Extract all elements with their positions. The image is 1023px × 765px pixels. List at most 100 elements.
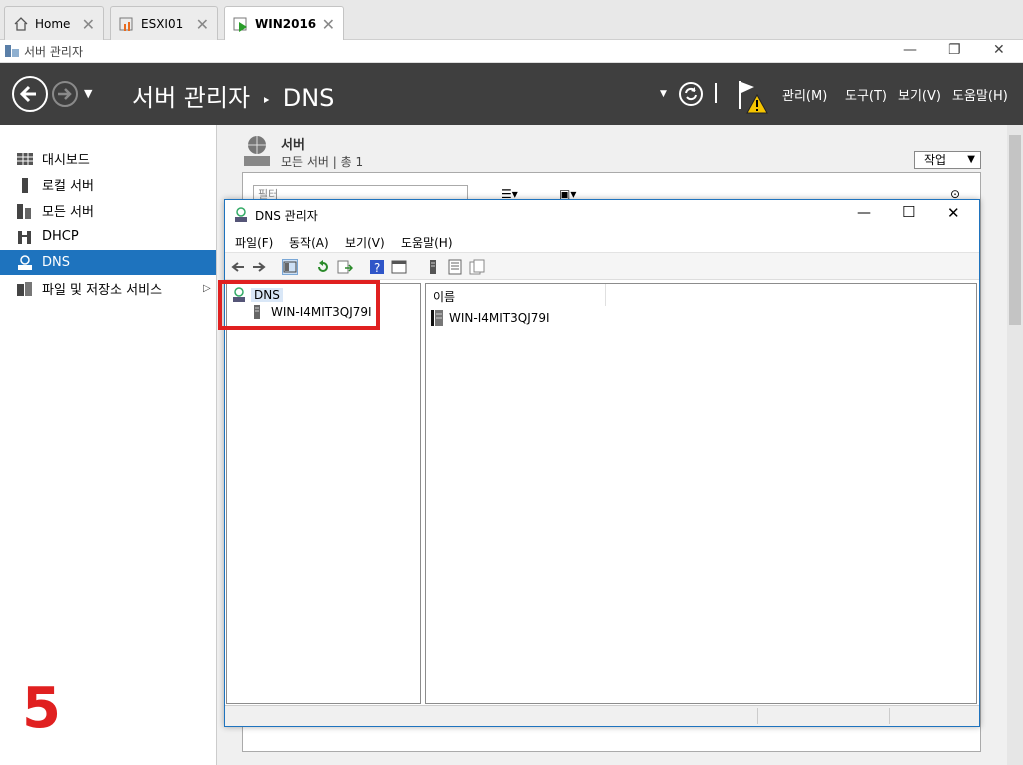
close-icon[interactable]: ✕ bbox=[82, 15, 95, 34]
app-title: 서버 관리자 bbox=[132, 84, 251, 112]
file-storage-icon bbox=[16, 281, 34, 297]
forward-button[interactable] bbox=[52, 81, 78, 107]
sidebar-item-label: 모든 서버 bbox=[42, 205, 94, 220]
expand-arrow-icon[interactable]: ▷ bbox=[203, 283, 211, 294]
close-icon[interactable]: ✕ bbox=[322, 15, 335, 34]
home-icon bbox=[13, 16, 29, 32]
refresh-button[interactable] bbox=[679, 82, 703, 106]
dns-toolbar: ? bbox=[225, 252, 979, 280]
server-icon bbox=[430, 310, 446, 326]
dns-manager-window: DNS 관리자 — ☐ ✕ 파일(F) 동작(A) 보기(V) 도움말(H) ?… bbox=[218, 199, 980, 727]
dns-status-bar bbox=[225, 705, 979, 726]
sidebar-item-all-servers[interactable]: 모든 서버 bbox=[0, 198, 216, 223]
breadcrumb-separator: ‣ bbox=[261, 91, 272, 110]
refresh-icon bbox=[685, 87, 697, 101]
server-icon[interactable] bbox=[425, 259, 441, 275]
flag-warning-icon bbox=[739, 81, 768, 114]
server-manager-icon bbox=[4, 44, 20, 58]
refresh-icon[interactable] bbox=[315, 259, 331, 275]
notifications-button[interactable] bbox=[736, 79, 770, 115]
sidebar-item-label: 대시보드 bbox=[42, 153, 90, 168]
sidebar-item-label: DHCP bbox=[42, 229, 79, 244]
sidebar-item-file-storage[interactable]: 파일 및 저장소 서비스 ▷ bbox=[0, 276, 216, 301]
properties-icon[interactable] bbox=[391, 259, 407, 275]
sidebar-item-dhcp[interactable]: DHCP bbox=[0, 224, 216, 249]
svg-text:?: ? bbox=[374, 261, 380, 275]
dashboard-icon bbox=[16, 151, 34, 167]
sidebar-item-dns[interactable]: DNS bbox=[0, 250, 216, 275]
status-divider bbox=[889, 708, 890, 724]
scrollbar-thumb[interactable] bbox=[1009, 135, 1021, 325]
help-icon[interactable]: ? bbox=[369, 259, 385, 275]
close-icon[interactable]: ✕ bbox=[196, 15, 209, 34]
tab-label: Home bbox=[35, 16, 71, 31]
dns-window-title: DNS 관리자 bbox=[255, 209, 318, 223]
servers-globe-icon bbox=[243, 135, 271, 167]
dns-title-bar: DNS 관리자 — ☐ ✕ bbox=[225, 200, 979, 230]
sidebar-item-label: 파일 및 저장소 서비스 bbox=[42, 283, 163, 298]
console-play-icon bbox=[233, 16, 249, 32]
step-number-annotation: 5 bbox=[22, 676, 61, 741]
forward-arrow-icon[interactable] bbox=[251, 259, 267, 275]
server-manager-header: ▼ 서버 관리자 ‣ DNS ▼ 관리(M) 도구(T) 보기(V) 도움말(H… bbox=[0, 63, 1023, 125]
dns-close-button[interactable]: ✕ bbox=[947, 204, 960, 222]
tab-label: ESXI01 bbox=[141, 16, 184, 31]
tab-label: WIN2016 bbox=[255, 17, 317, 31]
browser-tab-bar: Home ✕ ESXI01 ✕ WIN2016 ✕ bbox=[0, 0, 1023, 41]
section-subtitle: 모든 서버 | 총 1 bbox=[281, 155, 364, 169]
dns-menu-view[interactable]: 보기(V) bbox=[345, 234, 385, 251]
export-list-icon[interactable] bbox=[337, 259, 354, 275]
sidebar-item-dashboard[interactable]: 대시보드 bbox=[0, 146, 216, 171]
menu-manage[interactable]: 관리(M) bbox=[782, 85, 827, 104]
list-item-label: WIN-I4MIT3QJ79I bbox=[449, 311, 550, 325]
dhcp-icon bbox=[16, 229, 34, 245]
tab-esxi01[interactable]: ESXI01 ✕ bbox=[110, 6, 218, 40]
forward-arrow-icon bbox=[58, 88, 72, 100]
back-button[interactable] bbox=[12, 76, 48, 112]
window-title-bar: 서버 관리자 — ❐ ✕ bbox=[0, 40, 1023, 63]
dns-app-icon bbox=[233, 207, 249, 223]
column-header-label: 이름 bbox=[433, 290, 456, 304]
sidebar-item-label: DNS bbox=[42, 255, 70, 270]
dns-icon bbox=[16, 254, 34, 271]
dns-maximize-button[interactable]: ☐ bbox=[902, 203, 915, 221]
dns-minimize-button[interactable]: — bbox=[857, 205, 871, 221]
history-dropdown-icon[interactable]: ▼ bbox=[84, 87, 92, 100]
chevron-down-icon: ▼ bbox=[967, 154, 975, 165]
show-tree-icon[interactable] bbox=[282, 259, 298, 275]
zone-copy-icon[interactable] bbox=[469, 259, 485, 275]
section-title: 서버 bbox=[281, 138, 305, 153]
back-arrow-icon[interactable] bbox=[230, 259, 246, 275]
restore-button[interactable]: ❐ bbox=[948, 42, 961, 58]
chevron-down-icon[interactable]: ▼ bbox=[660, 89, 667, 99]
page-title: 서버 관리자 ‣ DNS bbox=[132, 78, 334, 113]
local-server-icon bbox=[16, 177, 34, 193]
dns-menu-file[interactable]: 파일(F) bbox=[235, 234, 273, 251]
task-button[interactable]: 작업 ▼ bbox=[914, 151, 981, 169]
tab-home[interactable]: Home ✕ bbox=[4, 6, 104, 40]
esxi-icon bbox=[119, 16, 135, 32]
tab-win2016[interactable]: WIN2016 ✕ bbox=[224, 6, 344, 41]
dns-menu-action[interactable]: 동작(A) bbox=[289, 234, 329, 251]
records-list-icon[interactable] bbox=[447, 259, 463, 275]
header-divider bbox=[715, 83, 717, 103]
menu-help[interactable]: 도움말(H) bbox=[952, 85, 1008, 104]
sidebar: 대시보드 로컬 서버 모든 서버 DHCP DNS 파일 및 저장소 서비스 ▷ bbox=[0, 125, 217, 765]
sidebar-item-local-server[interactable]: 로컬 서버 bbox=[0, 172, 216, 197]
menu-view[interactable]: 보기(V) bbox=[898, 85, 941, 104]
close-button[interactable]: ✕ bbox=[993, 42, 1005, 58]
minimize-button[interactable]: — bbox=[903, 42, 917, 58]
menu-tools[interactable]: 도구(T) bbox=[845, 85, 887, 104]
dns-menu-help[interactable]: 도움말(H) bbox=[401, 234, 453, 251]
dns-menu-bar: 파일(F) 동작(A) 보기(V) 도움말(H) bbox=[225, 230, 979, 252]
column-header-name[interactable]: 이름 bbox=[426, 284, 606, 306]
highlight-box bbox=[218, 280, 380, 330]
sidebar-item-label: 로컬 서버 bbox=[42, 179, 94, 194]
all-servers-icon bbox=[16, 203, 34, 219]
task-label: 작업 bbox=[924, 153, 947, 167]
dns-tree-pane: DNS WIN-I4MIT3QJ79I bbox=[226, 283, 421, 704]
window-title: 서버 관리자 bbox=[24, 45, 84, 59]
status-divider bbox=[757, 708, 758, 724]
current-page: DNS bbox=[282, 84, 335, 112]
list-item[interactable]: WIN-I4MIT3QJ79I bbox=[430, 309, 550, 327]
